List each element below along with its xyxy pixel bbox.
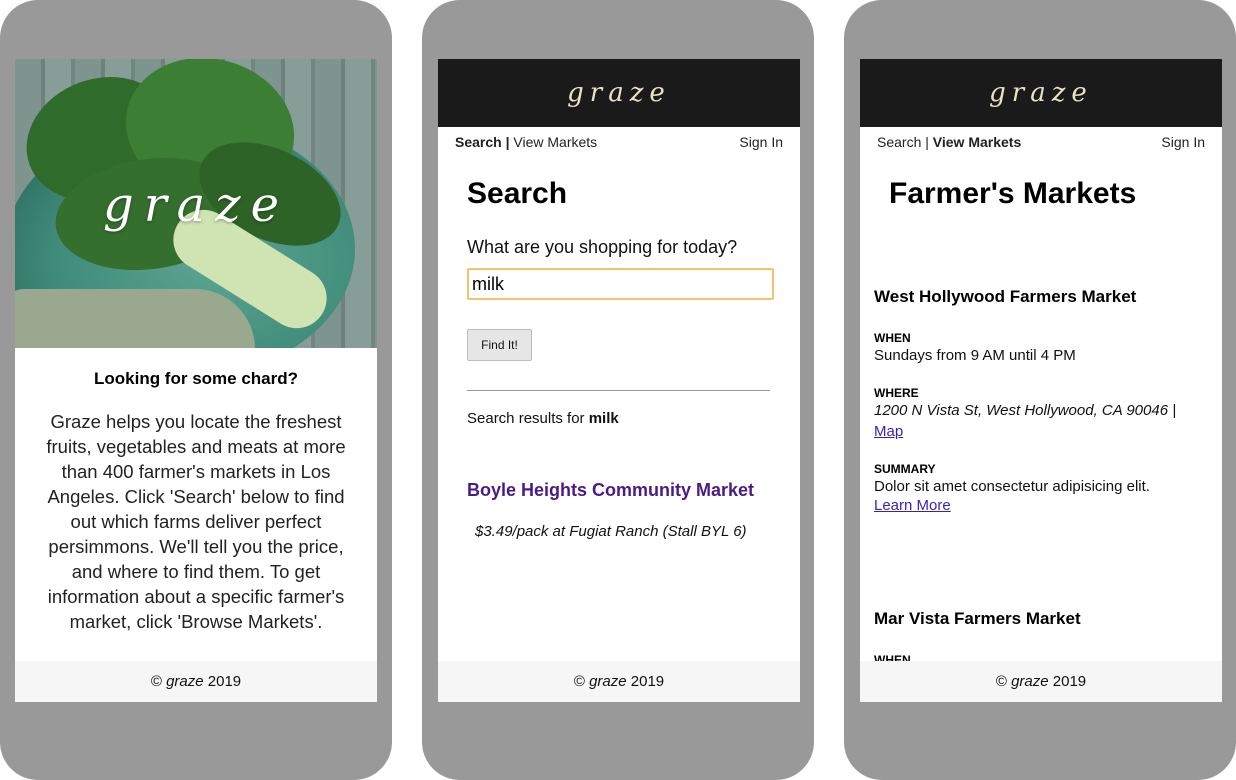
market-name: West Hollywood Farmers Market [874,287,1137,306]
search-screen: graze Search | View Markets Sign In Sear… [438,59,800,702]
hero-logo: graze [103,177,289,233]
header-logo[interactable]: graze [438,59,800,127]
footer-year: 2019 [207,673,242,690]
header-logo[interactable]: graze [860,59,1222,127]
footer-year: 2019 [1052,673,1087,690]
result-detail: $3.49/pack at Fugiat Ranch (Stall BYL 6) [475,523,747,540]
map-link[interactable]: Map [874,423,903,440]
nav-search-link[interactable]: Search [877,134,921,150]
summary-label: SUMMARY [874,462,936,476]
find-it-button[interactable]: Find It! [467,329,532,361]
footer-brand: graze [589,673,627,690]
learn-more-link[interactable]: Learn More [874,497,1208,514]
phone-frame-1: graze Looking for some chard? Graze help… [0,0,392,780]
footer: © graze 2019 [860,661,1222,702]
page-title: Farmer's Markets [889,177,1137,210]
hero-image: graze [15,59,377,348]
footer: © graze 2019 [15,661,377,702]
nav-view-markets-link[interactable]: View Markets [513,134,597,150]
market-card: Mar Vista Farmers Market WHEN [874,609,1208,667]
hero-cloth [15,289,255,348]
copyright-symbol: © [995,673,1007,690]
where-value: 1200 N Vista St, West Hollywood, CA 9004… [874,400,1208,442]
top-nav: Search | View Markets Sign In [455,134,783,150]
results-prefix: Search results for [467,410,585,427]
address: 1200 N Vista St, West Hollywood, CA 9004… [874,402,1177,419]
footer-brand: graze [166,673,204,690]
phone-frame-3: graze Search | View Markets Sign In Farm… [844,0,1236,780]
home-screen: graze Looking for some chard? Graze help… [15,59,377,702]
page-title: Search [467,177,568,210]
nav-search-link[interactable]: Search [455,134,502,150]
nav-view-markets-link[interactable]: View Markets [933,134,1021,150]
phone-frame-2: graze Search | View Markets Sign In Sear… [422,0,814,780]
nav-separator: | [925,134,929,150]
results-summary: Search results for milk [467,410,619,427]
result-market-link[interactable]: Boyle Heights Community Market [467,480,754,501]
copyright-symbol: © [573,673,585,690]
search-input[interactable]: milk [467,268,774,300]
intro-heading: Looking for some chard? [93,369,299,388]
nav-separator: | [505,134,510,150]
markets-screen: graze Search | View Markets Sign In Farm… [860,59,1222,702]
where-label: WHERE [874,386,919,400]
market-card: West Hollywood Farmers Market WHEN Sunda… [874,287,1208,514]
intro-body: Graze helps you locate the freshest frui… [46,411,346,632]
results-term: milk [588,410,619,427]
footer: © graze 2019 [438,661,800,702]
nav-sign-in-link[interactable]: Sign In [739,134,783,150]
divider [467,390,770,391]
market-name: Mar Vista Farmers Market [874,609,1081,628]
when-label: WHEN [874,331,911,345]
search-prompt: What are you shopping for today? [467,237,738,257]
top-nav: Search | View Markets Sign In [877,134,1205,150]
summary-value: Dolor sit amet consectetur adipisicing e… [874,478,1150,495]
footer-brand: graze [1011,673,1049,690]
copyright-symbol: © [150,673,162,690]
when-value: Sundays from 9 AM until 4 PM [874,347,1076,364]
nav-sign-in-link[interactable]: Sign In [1161,134,1205,150]
footer-year: 2019 [630,673,665,690]
